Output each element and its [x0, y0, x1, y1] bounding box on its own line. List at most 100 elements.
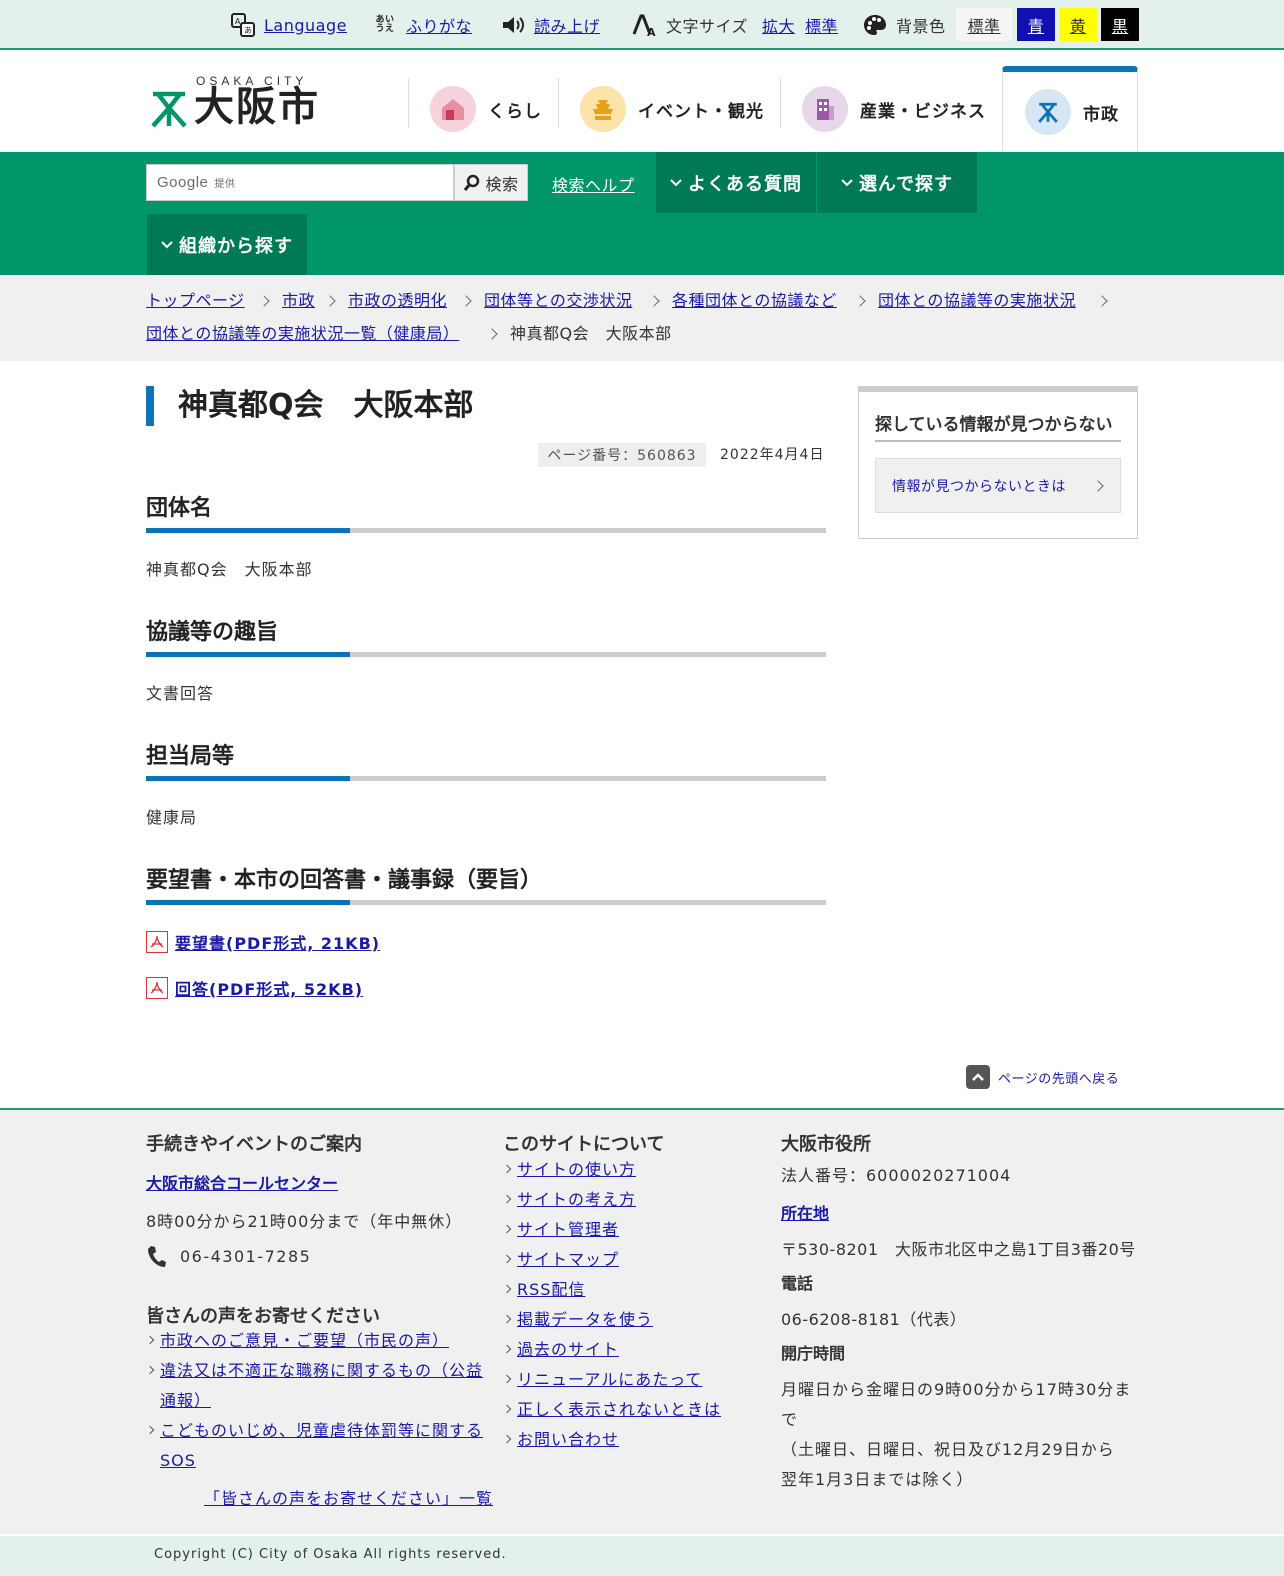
- call-center-phone: 06-4301-7285: [180, 1246, 312, 1266]
- footer-link-label[interactable]: こどものいじめ、児童虐待体罰等に関する: [160, 1421, 483, 1440]
- footer-link[interactable]: RSS配信: [502, 1275, 585, 1305]
- search-input[interactable]: Google 提供: [146, 164, 454, 201]
- footer-link-label[interactable]: サイトマップ: [517, 1250, 619, 1269]
- font-size-large-button[interactable]: 拡大: [762, 13, 795, 37]
- footer-link[interactable]: リニューアルにあたって: [502, 1365, 702, 1395]
- attachment-label[interactable]: 要望書(PDF形式, 21KB): [175, 930, 380, 954]
- gnav-kurashi-label: くらし: [488, 101, 542, 122]
- footer-link-label[interactable]: 正しく表示されないときは: [517, 1400, 721, 1419]
- footer-link-continued[interactable]: 通報）: [160, 1386, 211, 1416]
- speaker-icon: [500, 12, 526, 38]
- not-found-link[interactable]: 情報が見つからないときは: [875, 458, 1121, 513]
- translate-icon: Aあ: [230, 12, 256, 38]
- footer-link[interactable]: サイトの使い方: [502, 1155, 636, 1185]
- search-help-link[interactable]: 検索ヘルプ: [552, 172, 635, 196]
- utility-bar: Aあ Language あい うえ ふりがな 読み上げ A 文字サイズ 拡大 標準…: [0, 0, 1284, 50]
- gnav-business-label: 産業・ビジネス: [860, 101, 986, 122]
- copyright-text: Copyright (C) City of Osaka All rights r…: [154, 1547, 507, 1562]
- breadcrumb-current: 神真都Q会 大阪本部: [510, 324, 672, 343]
- chevron-right-icon: [1092, 480, 1104, 492]
- search-button-label: 検索: [485, 174, 519, 194]
- chevron-right-icon: [854, 295, 866, 307]
- footer-heading: 大阪市役所: [781, 1134, 871, 1155]
- back-to-top-link[interactable]: ページの先頭へ戻る: [966, 1065, 1119, 1089]
- footer-link[interactable]: 過去のサイト: [502, 1335, 619, 1365]
- breadcrumb-item[interactable]: 各種団体との協議など: [672, 290, 837, 312]
- bg-black-button[interactable]: 黒: [1101, 8, 1139, 41]
- chevron-right-icon: [1096, 295, 1108, 307]
- gnav-shisei[interactable]: 市政: [1002, 66, 1138, 152]
- org-button[interactable]: 組織から探す: [147, 214, 307, 275]
- footer-link-continued[interactable]: SOS: [160, 1446, 196, 1476]
- attachment-link[interactable]: 回答(PDF形式, 52KB): [146, 976, 363, 1000]
- breadcrumb-item[interactable]: 市政: [282, 290, 315, 312]
- footer-link-label[interactable]: 市政へのご意見・ご要望（市民の声）: [160, 1331, 449, 1350]
- chevron-right-icon: [502, 1224, 512, 1234]
- footer-link[interactable]: 掲載データを使う: [502, 1305, 653, 1335]
- footer-link[interactable]: お問い合わせ: [502, 1425, 619, 1455]
- font-size-label: 文字サイズ: [666, 17, 749, 36]
- search-button[interactable]: 検索: [454, 164, 528, 201]
- footer-link[interactable]: サイトの考え方: [502, 1185, 636, 1215]
- attachment-link[interactable]: 要望書(PDF形式, 21KB): [146, 930, 380, 954]
- chevron-right-icon: [502, 1254, 512, 1264]
- voice-all-link[interactable]: 「皆さんの声をお寄せください」一覧: [204, 1484, 493, 1514]
- footer-link-label[interactable]: サイト管理者: [517, 1220, 619, 1239]
- bg-yellow-button[interactable]: 黄: [1059, 8, 1097, 41]
- furigana-label[interactable]: ふりがな: [406, 13, 472, 37]
- breadcrumb-item[interactable]: 団体との協議等の実施状況一覧（健康局）: [146, 323, 459, 345]
- location-label[interactable]: 所在地: [781, 1204, 829, 1223]
- language-label[interactable]: Language: [264, 16, 347, 35]
- breadcrumb-item[interactable]: 団体等との交渉状況: [484, 290, 632, 312]
- bg-blue-button[interactable]: 青: [1017, 8, 1055, 41]
- office-hours-line: 翌年1月3日までは除く）: [781, 1470, 974, 1489]
- breadcrumb-item[interactable]: トップページ: [146, 290, 245, 312]
- footer-link-label[interactable]: SOS: [160, 1451, 196, 1470]
- footer-link-label[interactable]: リニューアルにあたって: [517, 1370, 702, 1389]
- footer-link-label[interactable]: 違法又は不適正な職務に関するもの（公益: [160, 1361, 483, 1380]
- furigana-link[interactable]: あい うえ ふりがな: [372, 12, 472, 38]
- footer-link[interactable]: こどものいじめ、児童虐待体罰等に関する: [145, 1416, 483, 1446]
- footer-link-label[interactable]: サイトの使い方: [517, 1160, 636, 1179]
- castle-icon: [580, 86, 626, 132]
- footer-heading: 手続きやイベントのご案内: [146, 1134, 362, 1155]
- attachment-label[interactable]: 回答(PDF形式, 52KB): [175, 976, 363, 1000]
- footer-link-label[interactable]: お問い合わせ: [517, 1430, 619, 1449]
- voice-all-label[interactable]: 「皆さんの声をお寄せください」一覧: [204, 1489, 493, 1508]
- osaka-city-logo[interactable]: OSAKA CITY 大阪市: [150, 74, 330, 130]
- main-phone: 06-6208-8181（代表）: [781, 1310, 967, 1329]
- section-heading: 協議等の趣旨: [146, 620, 279, 645]
- footer-link[interactable]: 市政へのご意見・ご要望（市民の声）: [145, 1326, 449, 1356]
- chevron-right-icon: [502, 1374, 512, 1384]
- building-icon: [802, 86, 848, 132]
- call-center-link[interactable]: 大阪市総合コールセンター: [146, 1170, 338, 1194]
- footer-link[interactable]: 違法又は不適正な職務に関するもの（公益: [145, 1356, 483, 1386]
- font-size-normal-button[interactable]: 標準: [805, 13, 838, 37]
- gnav-event[interactable]: イベント・観光: [558, 66, 780, 152]
- call-center-label[interactable]: 大阪市総合コールセンター: [146, 1174, 338, 1193]
- gnav-business[interactable]: 産業・ビジネス: [780, 66, 1002, 152]
- breadcrumb-item[interactable]: 市政の透明化: [348, 290, 447, 312]
- chevron-right-icon: [502, 1284, 512, 1294]
- read-aloud-label[interactable]: 読み上げ: [534, 13, 600, 37]
- footer-link-label[interactable]: サイトの考え方: [517, 1190, 636, 1209]
- gnav-kurashi[interactable]: くらし: [408, 66, 558, 152]
- footer-link-label[interactable]: 過去のサイト: [517, 1340, 619, 1359]
- footer-link-label[interactable]: RSS配信: [517, 1280, 585, 1299]
- breadcrumb-item[interactable]: 団体との協議等の実施状況: [878, 290, 1076, 312]
- gnav-divider: [408, 78, 409, 128]
- faq-button[interactable]: よくある質問: [656, 152, 816, 213]
- bg-standard-button[interactable]: 標準: [956, 8, 1012, 41]
- read-aloud-link[interactable]: 読み上げ: [500, 12, 600, 38]
- choose-button[interactable]: 選んで探す: [817, 152, 977, 213]
- footer-link-label[interactable]: 通報）: [160, 1391, 211, 1410]
- heading-underline: [146, 776, 826, 781]
- call-center-phone-row: 06-4301-7285: [146, 1244, 311, 1268]
- language-link[interactable]: Aあ Language: [230, 12, 347, 38]
- footer-link-label[interactable]: 掲載データを使う: [517, 1310, 653, 1329]
- footer-link[interactable]: サイトマップ: [502, 1245, 619, 1275]
- footer-link[interactable]: サイト管理者: [502, 1215, 619, 1245]
- call-center-hours: 8時00分から21時00分まで（年中無休）: [146, 1212, 463, 1231]
- location-link[interactable]: 所在地: [781, 1200, 829, 1224]
- footer-link[interactable]: 正しく表示されないときは: [502, 1395, 721, 1425]
